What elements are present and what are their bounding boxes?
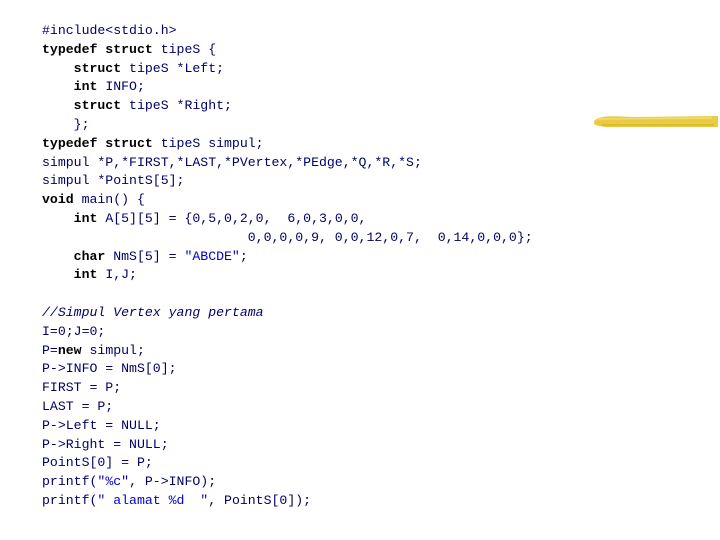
code-comment: //Simpul Vertex yang pertama xyxy=(42,304,264,320)
code-keyword: int xyxy=(73,267,98,283)
code-text: P->Right = NULL; xyxy=(42,436,169,452)
code-text: PointS[0] = P; xyxy=(42,455,153,471)
code-line: struct tipeS *Left; xyxy=(42,60,533,79)
code-text: P= xyxy=(42,342,58,358)
code-text: , P->INFO); xyxy=(129,474,217,490)
code-block: #include<stdio.h> typedef struct tipeS { … xyxy=(42,22,533,511)
code-text: }; xyxy=(42,116,90,132)
code-keyword: typedef struct xyxy=(42,135,153,151)
code-keyword: struct xyxy=(73,60,122,76)
code-text: tipeS simpul; xyxy=(152,135,264,151)
code-keyword: void xyxy=(42,192,74,208)
code-line: printf(" alamat %d ", PointS[0]); xyxy=(42,492,533,511)
code-text: P->INFO = NmS[0]; xyxy=(42,361,177,377)
code-text: main() { xyxy=(73,192,145,208)
code-keyword: int xyxy=(73,79,98,95)
code-line: //Simpul Vertex yang pertama xyxy=(42,304,533,323)
code-line: }; xyxy=(42,116,533,135)
code-text: INFO; xyxy=(97,79,145,95)
code-text: , PointS[0]); xyxy=(208,492,312,508)
code-text: #include<stdio.h> xyxy=(42,23,177,38)
code-string: "ABCDE" xyxy=(184,248,240,264)
code-line: struct tipeS *Right; xyxy=(42,97,533,116)
code-string: " alamat %d " xyxy=(97,492,209,508)
code-text: FIRST = P; xyxy=(42,380,122,396)
code-line: typedef struct tipeS { xyxy=(42,41,533,60)
code-line: PointS[0] = P; xyxy=(42,454,533,473)
code-text: LAST = P; xyxy=(42,398,114,414)
code-text: I=0;J=0; xyxy=(42,323,106,339)
code-line: #include<stdio.h> xyxy=(42,22,533,41)
code-text: tipeS *Right; xyxy=(121,98,232,114)
code-text: I,J; xyxy=(97,267,137,283)
highlighter-stroke-decoration xyxy=(594,116,718,128)
code-string: "%c" xyxy=(97,474,130,490)
code-line: LAST = P; xyxy=(42,398,533,417)
code-line: simpul *PointS[5]; xyxy=(42,172,533,191)
code-keyword: struct xyxy=(73,98,122,114)
code-text: printf( xyxy=(42,474,98,490)
code-line: P->Left = NULL; xyxy=(42,417,533,436)
code-text: tipeS *Left; xyxy=(121,60,225,76)
code-line: void main() { xyxy=(42,191,533,210)
code-line: P=new simpul; xyxy=(42,342,533,361)
code-line: printf("%c", P->INFO); xyxy=(42,473,533,492)
code-keyword: int xyxy=(73,210,98,226)
code-line: int I,J; xyxy=(42,266,533,285)
code-text: tipeS { xyxy=(152,41,217,57)
code-line: I=0;J=0; xyxy=(42,323,533,342)
code-text: P->Left = NULL; xyxy=(42,417,161,433)
code-line: 0,0,0,0,9, 0,0,12,0,7, 0,14,0,0,0}; xyxy=(42,229,533,248)
code-line: P->Right = NULL; xyxy=(42,436,533,455)
code-line: int INFO; xyxy=(42,78,533,97)
code-text: A[5][5] = {0,5,0,2,0, 6,0,3,0,0, xyxy=(97,210,367,226)
code-line: simpul *P,*FIRST,*LAST,*PVertex,*PEdge,*… xyxy=(42,154,533,173)
code-text: 0,0,0,0,9, 0,0,12,0,7, 0,14,0,0,0}; xyxy=(42,229,533,245)
code-text: simpul *P,*FIRST,*LAST,*PVertex,*PEdge,*… xyxy=(42,154,422,170)
code-keyword: typedef struct xyxy=(42,41,153,57)
code-keyword: char xyxy=(73,248,106,264)
code-line: char NmS[5] = "ABCDE"; xyxy=(42,248,533,267)
slide: #include<stdio.h> typedef struct tipeS { … xyxy=(0,0,720,540)
code-line: typedef struct tipeS simpul; xyxy=(42,135,533,154)
code-line: int A[5][5] = {0,5,0,2,0, 6,0,3,0,0, xyxy=(42,210,533,229)
code-keyword: new xyxy=(57,342,82,358)
code-line: P->INFO = NmS[0]; xyxy=(42,360,533,379)
code-text: simpul; xyxy=(81,342,145,358)
code-text: printf( xyxy=(42,492,98,508)
code-text: NmS[5] = xyxy=(105,248,185,264)
code-text: ; xyxy=(239,248,248,264)
code-line: FIRST = P; xyxy=(42,379,533,398)
code-text: simpul *PointS[5]; xyxy=(42,173,185,189)
